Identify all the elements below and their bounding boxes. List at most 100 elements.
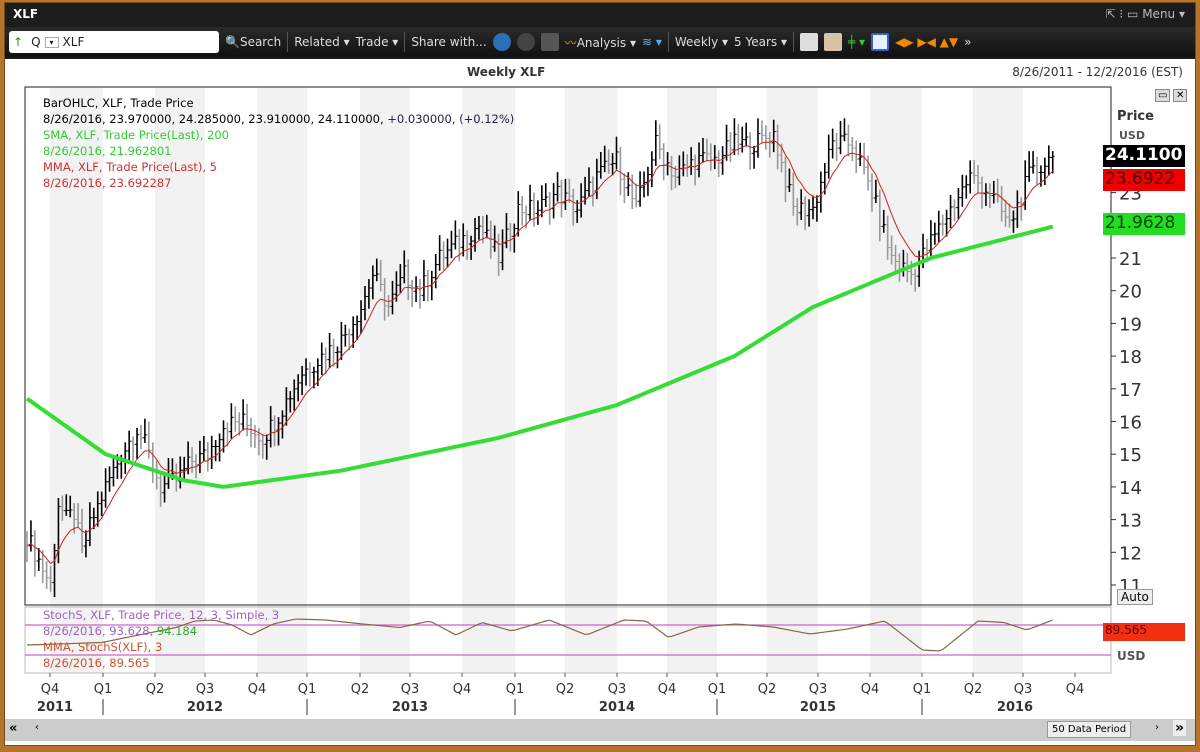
quarter-band	[973, 87, 1023, 673]
stoch-currency: USD	[1117, 649, 1146, 663]
y-tick-label: 18	[1119, 347, 1142, 368]
quarter-label: Q4	[861, 682, 880, 697]
symbol-input[interactable]: ↑ Q ▾ XLF	[9, 31, 219, 53]
horizontal-scrollbar[interactable]: « ‹ 50 Data Period › »	[5, 719, 1195, 741]
year-label: 2012	[187, 700, 223, 715]
undo-icon[interactable]	[492, 33, 511, 51]
stoch-legend: StochS, XLF, Trade Price, 12, 3, Simple,…	[43, 607, 279, 671]
crosshair-icon[interactable]: ╪ ▾	[848, 35, 865, 49]
folder-icon[interactable]	[540, 33, 559, 51]
stoch-mma-legend: MMA, StochS(XLF), 3	[43, 640, 163, 654]
legend-sma-value: 8/26/2016, 21.962801	[43, 144, 172, 158]
redo-icon[interactable]	[516, 33, 535, 51]
quarter-label: Q4	[1066, 682, 1085, 697]
stoch-value: 8/26/2016, 93.628,	[43, 624, 157, 638]
currency-label: USD	[1119, 129, 1145, 142]
year-label: 2015	[800, 700, 836, 715]
legend-mma-value: 8/26/2016, 23.692287	[43, 176, 172, 190]
sma-price-box: 21.9628	[1103, 213, 1185, 235]
quarter-band	[565, 87, 617, 673]
panel-restore-button[interactable]: ▭	[1155, 89, 1171, 102]
stoch-mma-value: 8/26/2016, 89.565	[43, 656, 150, 670]
legend-sma: SMA, XLF, Trade Price(Last), 200	[43, 128, 229, 142]
layout-icon[interactable]	[871, 33, 890, 51]
panel-close-button[interactable]: ✕	[1173, 89, 1188, 102]
y-tick-label: 14	[1119, 478, 1142, 499]
quarter-label: Q4	[453, 682, 472, 697]
y-tick-label: 13	[1119, 511, 1142, 532]
zoom-icons[interactable]: ◀▶ ▶◀ ▲▼	[895, 35, 958, 49]
share-menu[interactable]: Share with...	[411, 35, 486, 49]
quarter-band	[767, 87, 818, 673]
quarter-label: Q4	[41, 682, 60, 697]
year-label: 2016	[997, 700, 1033, 715]
legend-ohlc: 8/26/2016, 23.970000, 24.285000, 23.9100…	[43, 112, 388, 126]
quarter-label: Q1	[298, 682, 317, 697]
up-arrow-icon: ↑	[13, 35, 24, 49]
stoch-value-2: 94.184	[156, 624, 198, 638]
symbol-type[interactable]: Q	[27, 35, 44, 49]
scroll-end-icon[interactable]: »	[1173, 720, 1187, 736]
related-menu[interactable]: Related ▾	[294, 35, 349, 49]
quarter-label: Q4	[658, 682, 677, 697]
y-tick-label: 21	[1119, 249, 1142, 270]
y-tick-label: 20	[1119, 282, 1142, 303]
search-button[interactable]: 🔍Search	[225, 35, 281, 49]
auto-scale-button[interactable]: Auto	[1117, 589, 1153, 605]
window-title: XLF	[13, 7, 39, 21]
range-menu[interactable]: 5 Years ▾	[734, 35, 787, 49]
scroll-right-icon[interactable]: ›	[1155, 722, 1159, 733]
quarter-label: Q2	[351, 682, 370, 697]
chart-type-icon[interactable]	[800, 33, 818, 51]
price-axis-label: Price	[1117, 109, 1154, 124]
title-bar: XLF ⇱ ⁝ ▭ Menu ▾	[13, 7, 1185, 21]
menu-button[interactable]: Menu	[1142, 7, 1175, 21]
y-tick-label: 12	[1119, 543, 1142, 564]
last-price-box: 24.1100	[1103, 145, 1185, 167]
legend-change: +0.030000, (+0.12%)	[387, 112, 515, 126]
legend-mma: MMA, XLF, Trade Price(Last), 5	[43, 160, 217, 174]
y-tick-label: 19	[1119, 314, 1142, 335]
quarter-label: Q2	[964, 682, 983, 697]
analysis-icon: 〰	[564, 35, 577, 50]
scroll-left-icon[interactable]: ‹	[35, 722, 39, 733]
quarter-label: Q3	[809, 682, 828, 697]
interval-menu[interactable]: Weekly ▾	[675, 35, 728, 49]
studies-icon[interactable]: ≋ ▾	[642, 35, 662, 49]
quarter-label: Q3	[196, 682, 215, 697]
quarter-label: Q3	[1014, 682, 1033, 697]
app-window: XLF ⇱ ⁝ ▭ Menu ▾ ↑ Q ▾ XLF 🔍Search Relat…	[4, 2, 1196, 746]
quarter-label: Q1	[708, 682, 727, 697]
pin-icon[interactable]: ⇱ ⁝ ▭	[1106, 7, 1143, 21]
legend-line: BarOHLC, XLF, Trade Price	[43, 96, 194, 110]
draw-icon[interactable]	[824, 33, 842, 51]
quarter-label: Q3	[401, 682, 420, 697]
search-icon: 🔍	[225, 35, 240, 49]
year-label: 2014	[599, 700, 635, 715]
toolbar: ↑ Q ▾ XLF 🔍Search Related ▾ Trade ▾ Shar…	[5, 27, 1195, 57]
trade-menu[interactable]: Trade ▾	[356, 35, 399, 49]
data-period-button[interactable]: 50 Data Period	[1047, 721, 1132, 738]
dropdown-icon[interactable]: ▾	[44, 36, 59, 48]
quarter-label: Q4	[248, 682, 267, 697]
year-label: 2013	[392, 700, 428, 715]
analysis-menu[interactable]: 〰Analysis ▾	[565, 34, 636, 51]
mma-price-box: 23.6922	[1103, 169, 1185, 191]
more-icon[interactable]: »	[964, 35, 971, 49]
quarter-label: Q1	[94, 682, 113, 697]
stoch-legend-line: StochS, XLF, Trade Price, 12, 3, Simple,…	[43, 608, 280, 622]
symbol-value[interactable]: XLF	[59, 35, 89, 49]
year-label: 2011	[37, 700, 73, 715]
scroll-start-icon[interactable]: «	[9, 721, 17, 736]
y-tick-label: 17	[1119, 380, 1142, 401]
quarter-label: Q2	[556, 682, 575, 697]
quarter-band	[870, 87, 922, 673]
price-legend: BarOHLC, XLF, Trade Price 8/26/2016, 23.…	[43, 95, 514, 191]
quarter-label: Q1	[506, 682, 525, 697]
y-tick-label: 16	[1119, 413, 1142, 434]
quarter-label: Q2	[146, 682, 165, 697]
quarter-label: Q3	[608, 682, 627, 697]
stoch-value-box: 89.565	[1103, 623, 1185, 641]
quarter-label: Q2	[758, 682, 777, 697]
y-tick-label: 15	[1119, 445, 1142, 466]
